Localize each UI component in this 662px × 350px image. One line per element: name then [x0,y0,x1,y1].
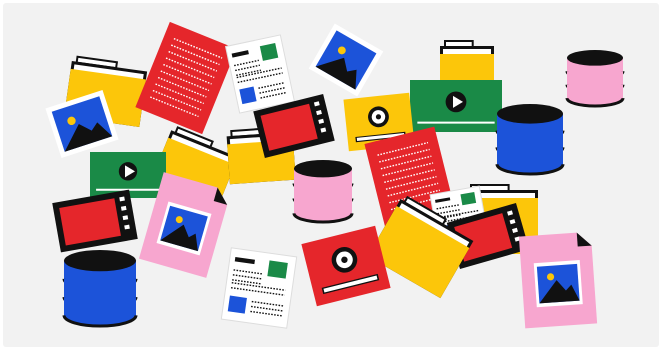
database-icon [495,104,565,176]
database-icon [292,160,354,224]
layout-document-icon [220,247,298,329]
folder-icon [440,40,494,84]
image-file-icon [518,232,598,329]
database-icon [565,50,625,108]
illustration-canvas [0,0,662,350]
video-player-icon [410,80,502,132]
database-icon [62,250,138,328]
